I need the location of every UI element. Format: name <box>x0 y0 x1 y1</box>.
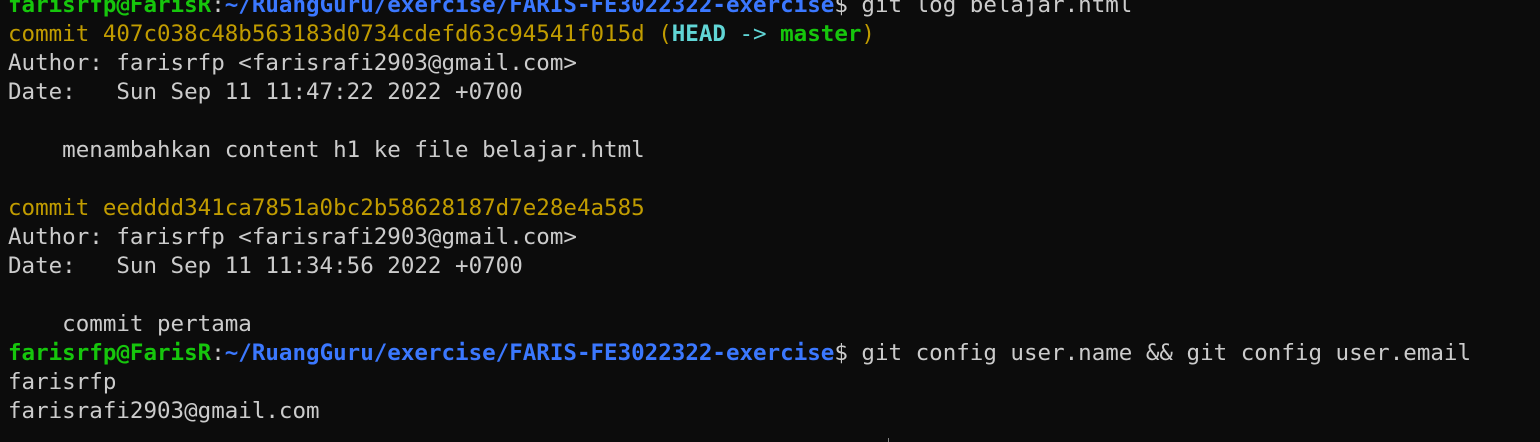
refs-open: ( <box>644 21 672 47</box>
commit-author: Author: farisrfp <farisrafi2903@gmail.co… <box>8 50 577 76</box>
config-user-name: farisrfp <box>8 369 117 395</box>
prompt-colon: : <box>211 340 225 366</box>
prompt-line: farisrfp@FarisR:~/RuangGuru/exercise/FAR… <box>8 0 1471 20</box>
commit-hash-line: commit 407c038c48b563183d0734cdefd63c945… <box>8 20 1471 49</box>
command-text: git log belajar.html <box>861 0 1133 18</box>
commit-author: Author: farisrfp <farisrafi2903@gmail.co… <box>8 224 577 250</box>
prompt-dollar: $ <box>834 340 862 366</box>
prompt-dollar: $ <box>834 0 862 18</box>
commit-message: menambahkan content h1 ke file belajar.h… <box>8 137 645 163</box>
ref-arrow: -> <box>725 21 781 47</box>
commit-date: Date: Sun Sep 11 11:47:22 2022 +0700 <box>8 79 523 105</box>
head-ref: HEAD <box>671 21 726 47</box>
prompt-line: farisrfp@FarisR:~/RuangGuru/exercise/FAR… <box>8 339 1471 368</box>
terminal-output[interactable]: farisrfp@FarisR:~/RuangGuru/exercise/FAR… <box>8 0 1471 426</box>
prompt-user-host: farisrfp@FarisR <box>8 340 212 366</box>
prompt-path: ~/RuangGuru/exercise/FARIS-FE3022322-exe… <box>224 340 835 366</box>
command-text: git config user.name && git config user.… <box>861 340 1471 366</box>
commit-date: Date: Sun Sep 11 11:34:56 2022 +0700 <box>8 253 523 279</box>
branch-ref: master <box>780 21 862 47</box>
prompt-user-host: farisrfp@FarisR <box>8 0 212 18</box>
commit-hash: commit 407c038c48b563183d0734cdefd63c945… <box>8 21 645 47</box>
commit-hash: commit eedddd341ca7851a0bc2b58628187d7e2… <box>8 195 645 221</box>
prompt-colon: : <box>211 0 225 18</box>
commit-message: commit pertama <box>8 311 252 337</box>
prompt-path: ~/RuangGuru/exercise/FARIS-FE3022322-exe… <box>224 0 835 18</box>
refs-close: ) <box>861 21 875 47</box>
config-user-email: farisrafi2903@gmail.com <box>8 398 320 424</box>
text-cursor <box>888 438 889 442</box>
commit-hash-line: commit eedddd341ca7851a0bc2b58628187d7e2… <box>8 194 1471 223</box>
